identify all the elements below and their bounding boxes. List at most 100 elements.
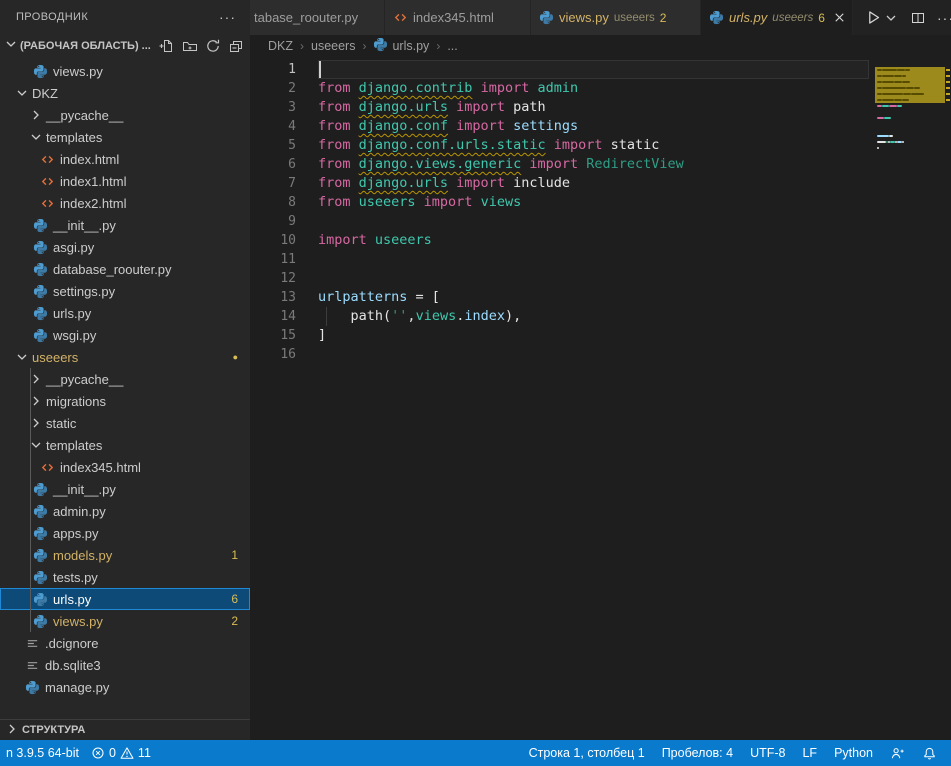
- tree-item-__init__.py[interactable]: __init__.py: [0, 214, 250, 236]
- tree-item-migrations[interactable]: migrations: [0, 390, 250, 412]
- tree-item-index345.html[interactable]: index345.html: [0, 456, 250, 478]
- code-line-16[interactable]: 16: [250, 345, 951, 364]
- feedback-icon: [890, 746, 905, 761]
- bell-icon[interactable]: [918, 746, 941, 761]
- breadcrumb[interactable]: DKZ›useeers›urls.py›...: [250, 35, 951, 57]
- code-line-9[interactable]: 9: [250, 212, 951, 231]
- tree-item-tests.py[interactable]: tests.py: [0, 566, 250, 588]
- status-python[interactable]: Python: [830, 746, 877, 760]
- overview-warning-mark: [946, 93, 950, 95]
- python-icon: [709, 10, 724, 25]
- tree-item-urls.py[interactable]: urls.py: [0, 302, 250, 324]
- tab-views.py[interactable]: views.pyuseeers2: [531, 0, 701, 35]
- tree-item-models.py[interactable]: models.py1: [0, 544, 250, 566]
- tab-problem-count: 6: [818, 11, 825, 25]
- tree-item-templates[interactable]: templates: [0, 434, 250, 456]
- tree-item-manage.py[interactable]: manage.py: [0, 676, 250, 698]
- workspace-section-header[interactable]: (РАБОЧАЯ ОБЛАСТЬ) ...: [0, 33, 250, 58]
- overview-ruler: [945, 57, 951, 740]
- tree-item-views.py[interactable]: views.py: [0, 60, 250, 82]
- tree-item-apps.py[interactable]: apps.py: [0, 522, 250, 544]
- chevron-down-icon: [14, 349, 30, 365]
- code-line-11[interactable]: 11: [250, 250, 951, 269]
- run-python-file-button[interactable]: [865, 9, 899, 26]
- tab-tabase_roouter.py[interactable]: tabase_roouter.py: [250, 0, 385, 35]
- status-bar: n 3.9.5 64-bit 0 11 Строка 1, столбец 1 П…: [0, 740, 951, 766]
- python-icon: [33, 592, 48, 607]
- chevron-down-icon: [14, 85, 30, 101]
- tree-item-index2.html[interactable]: index2.html: [0, 192, 250, 214]
- new-file-icon[interactable]: [159, 38, 175, 54]
- code-line-13[interactable]: 13urlpatterns = [: [250, 288, 951, 307]
- tree-item-admin.py[interactable]: admin.py: [0, 500, 250, 522]
- code-lines: 12from django.contrib import admin3from …: [250, 60, 951, 364]
- tree-item-label: views.py: [53, 64, 103, 79]
- code-line-4[interactable]: 4from django.conf import settings: [250, 117, 951, 136]
- breadcrumb-item-urls.py[interactable]: urls.py: [373, 37, 429, 55]
- refresh-icon[interactable]: [205, 38, 221, 54]
- tab-index345.html[interactable]: index345.html: [385, 0, 531, 35]
- code-line-7[interactable]: 7from django.urls import include: [250, 174, 951, 193]
- tree-item-DKZ[interactable]: DKZ: [0, 82, 250, 104]
- python-version-status[interactable]: n 3.9.5 64-bit: [2, 746, 83, 760]
- outline-section-header[interactable]: СТРУКТУРА: [0, 719, 250, 740]
- tab-label: views.py: [559, 10, 609, 25]
- tree-item-__init__.py[interactable]: __init__.py: [0, 478, 250, 500]
- explorer-more-actions-button[interactable]: ···: [219, 9, 236, 25]
- code-line-5[interactable]: 5from django.conf.urls.static import sta…: [250, 136, 951, 155]
- tree-item-wsgi.py[interactable]: wsgi.py: [0, 324, 250, 346]
- code-line-6[interactable]: 6from django.views.generic import Redire…: [250, 155, 951, 174]
- tree-item-__pycache__[interactable]: __pycache__: [0, 368, 250, 390]
- code-line-8[interactable]: 8from useeers import views: [250, 193, 951, 212]
- status-lf[interactable]: LF: [798, 746, 821, 760]
- chevron-right-icon: [28, 371, 44, 387]
- code-line-1[interactable]: 1: [250, 60, 951, 79]
- html-icon: [40, 174, 55, 189]
- tab-urls.py[interactable]: urls.pyuseeers6: [701, 0, 853, 35]
- tree-item-views.py[interactable]: views.py2: [0, 610, 250, 632]
- breadcrumb-item-...[interactable]: ...: [447, 39, 457, 53]
- tree-item-useeers[interactable]: useeers●: [0, 346, 250, 368]
- split-editor-icon[interactable]: [910, 10, 926, 26]
- warning-count: 11: [138, 746, 151, 760]
- overview-warning-mark: [946, 75, 950, 77]
- tree-item-label: templates: [46, 438, 102, 453]
- editor-more-actions-button[interactable]: ···: [937, 10, 951, 26]
- tree-item-settings.py[interactable]: settings.py: [0, 280, 250, 302]
- status-строка-1-столбец-1[interactable]: Строка 1, столбец 1: [525, 746, 649, 760]
- tree-item-index1.html[interactable]: index1.html: [0, 170, 250, 192]
- tree-item-urls.py[interactable]: urls.py6: [0, 588, 250, 610]
- tree-item-index.html[interactable]: index.html: [0, 148, 250, 170]
- code-line-3[interactable]: 3from django.urls import path: [250, 98, 951, 117]
- tree-item-static[interactable]: static: [0, 412, 250, 434]
- minimap-code-mark: [877, 147, 879, 149]
- breadcrumb-item-DKZ[interactable]: DKZ: [268, 39, 293, 53]
- tree-item-db.sqlite3[interactable]: db.sqlite3: [0, 654, 250, 676]
- status-utf-8[interactable]: UTF-8: [746, 746, 789, 760]
- tree-item-label: index1.html: [60, 174, 126, 189]
- minimap[interactable]: [875, 57, 945, 740]
- code-line-15[interactable]: 15]: [250, 326, 951, 345]
- workspace-label: (РАБОЧАЯ ОБЛАСТЬ) ...: [20, 40, 159, 52]
- tree-item-.dcignore[interactable]: .dcignore: [0, 632, 250, 654]
- problems-indicator[interactable]: 0 11: [87, 746, 155, 760]
- tree-item-__pycache__[interactable]: __pycache__: [0, 104, 250, 126]
- new-folder-icon[interactable]: [182, 38, 198, 54]
- feedback-icon[interactable]: [886, 746, 909, 761]
- code-line-12[interactable]: 12: [250, 269, 951, 288]
- code-line-14[interactable]: 14 path('',views.index),: [250, 307, 951, 326]
- breadcrumb-item-useeers[interactable]: useeers: [311, 39, 355, 53]
- tree-item-database_roouter.py[interactable]: database_roouter.py: [0, 258, 250, 280]
- tree-item-label: manage.py: [45, 680, 109, 695]
- collapse-all-icon[interactable]: [228, 38, 244, 54]
- code-editor[interactable]: 12from django.contrib import admin3from …: [250, 57, 951, 740]
- status-пробелов-4[interactable]: Пробелов: 4: [658, 746, 737, 760]
- python-icon: [25, 680, 40, 695]
- vscode-window: ПРОВОДНИК ··· (РАБОЧАЯ ОБЛАСТЬ) ... view…: [0, 0, 951, 766]
- tree-item-asgi.py[interactable]: asgi.py: [0, 236, 250, 258]
- code-line-10[interactable]: 10import useeers: [250, 231, 951, 250]
- close-icon[interactable]: [832, 10, 847, 25]
- tree-item-templates[interactable]: templates: [0, 126, 250, 148]
- code-line-2[interactable]: 2from django.contrib import admin: [250, 79, 951, 98]
- code-text: path('',views.index),: [318, 307, 521, 326]
